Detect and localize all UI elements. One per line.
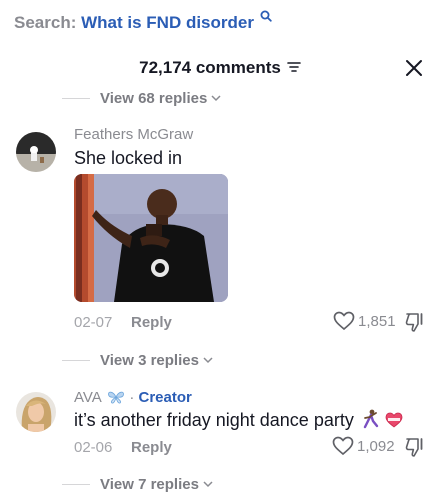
view-replies-label: View 68 replies bbox=[100, 89, 208, 107]
reply-button[interactable]: Reply bbox=[131, 314, 172, 332]
dislike-icon[interactable] bbox=[404, 311, 426, 333]
comment-text-content: it’s another friday night dance party bbox=[74, 410, 354, 430]
comments-count[interactable]: 72,174 comments bbox=[0, 56, 440, 80]
avatar-ava[interactable] bbox=[16, 392, 56, 432]
heart-icon bbox=[333, 311, 355, 331]
view-replies-label: View 7 replies bbox=[100, 475, 199, 493]
badge-separator: · bbox=[129, 389, 135, 406]
comment-gif[interactable] bbox=[74, 174, 228, 302]
like-button[interactable]: 1,092 bbox=[332, 436, 395, 456]
comments-count-label: 72,174 comments bbox=[139, 58, 281, 77]
view-replies-label: View 3 replies bbox=[100, 351, 199, 369]
butterfly-icon bbox=[108, 391, 125, 404]
comment-date: 02-06 bbox=[74, 439, 113, 456]
like-button[interactable]: 1,851 bbox=[333, 311, 396, 331]
heart-emoji bbox=[385, 412, 403, 428]
comment-author[interactable]: AVA · Creator bbox=[74, 389, 192, 407]
view-replies-comment-1[interactable]: View 3 replies bbox=[62, 349, 213, 371]
view-replies-top[interactable]: View 68 replies bbox=[62, 87, 221, 109]
search-query[interactable]: What is FND disorder bbox=[81, 13, 254, 32]
reply-button[interactable]: Reply bbox=[131, 439, 172, 457]
filter-icon[interactable] bbox=[287, 61, 301, 73]
creator-badge: Creator bbox=[138, 389, 192, 406]
replies-divider bbox=[62, 359, 90, 361]
chevron-down-icon bbox=[211, 95, 221, 102]
comment-text: She locked in bbox=[74, 148, 183, 168]
search-bar[interactable]: Search: What is FND disorder bbox=[14, 10, 272, 34]
replies-divider bbox=[62, 97, 90, 99]
heart-icon bbox=[332, 436, 354, 456]
view-replies-comment-2[interactable]: View 7 replies bbox=[62, 473, 213, 495]
close-icon[interactable] bbox=[404, 58, 424, 78]
comment-author[interactable]: Feathers McGraw bbox=[74, 126, 193, 144]
dancing-person-emoji bbox=[363, 409, 379, 429]
like-count: 1,851 bbox=[358, 312, 396, 330]
author-name: AVA bbox=[74, 389, 101, 406]
search-icon[interactable] bbox=[260, 10, 272, 22]
search-prefix: Search: bbox=[14, 13, 77, 32]
chevron-down-icon bbox=[203, 481, 213, 488]
chevron-down-icon bbox=[203, 357, 213, 364]
comment-text: it’s another friday night dance party bbox=[74, 409, 403, 431]
comment-date: 02-07 bbox=[74, 314, 113, 331]
comments-header: 72,174 comments bbox=[0, 56, 440, 80]
avatar-feathers-mcgraw[interactable] bbox=[16, 132, 56, 172]
like-count: 1,092 bbox=[357, 437, 395, 455]
dislike-icon[interactable] bbox=[404, 436, 426, 458]
replies-divider bbox=[62, 483, 90, 485]
